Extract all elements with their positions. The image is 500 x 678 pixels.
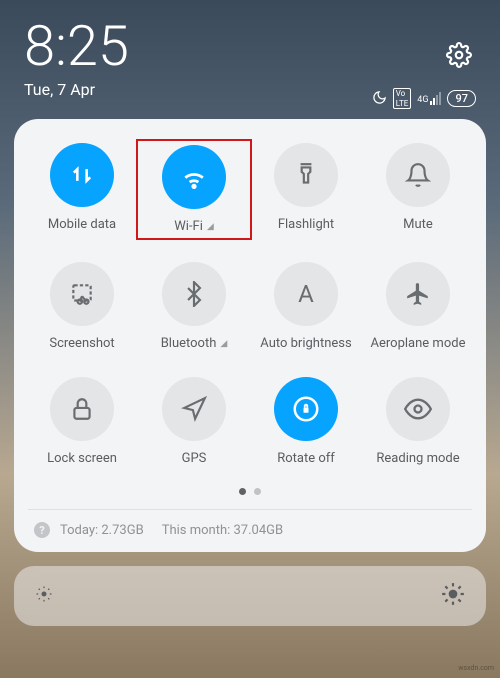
tile-label: Wi-Fi◢ [174,219,214,234]
tile-mute[interactable]: Mute [364,143,472,236]
settings-icon[interactable] [446,42,472,72]
wifi-icon [162,145,226,209]
flashlight-icon [274,143,338,207]
page-dot-1[interactable] [239,488,246,495]
tile-wifi[interactable]: Wi-Fi◢ [136,139,252,240]
tiles-grid: Mobile data Wi-Fi◢ Flashlight Mute Scree [28,143,472,466]
tile-label: Aeroplane mode [371,336,466,351]
tile-lock-screen[interactable]: Lock screen [28,377,136,466]
watermark: wsxdn.com [458,664,494,672]
airplane-icon [386,262,450,326]
tile-label: GPS [182,451,207,466]
page-indicator [28,488,472,495]
mobile-data-icon [50,143,114,207]
tile-rotate-off[interactable]: Rotate off [252,377,360,466]
tile-auto-brightness[interactable]: A Auto brightness [252,262,360,351]
brightness-slider[interactable] [14,566,486,626]
tile-label: Reading mode [376,451,459,466]
tile-screenshot[interactable]: Screenshot [28,262,136,351]
dnd-moon-icon [372,90,387,108]
bell-icon [386,143,450,207]
brightness-high-icon [440,581,466,611]
tile-aeroplane-mode[interactable]: Aeroplane mode [364,262,472,351]
rotate-lock-icon [274,377,338,441]
chevron-icon: ◢ [220,339,227,349]
quick-settings-panel: Mobile data Wi-Fi◢ Flashlight Mute Scree [14,119,486,552]
status-icons: VoLTE 4G 97 [372,88,476,109]
tile-label: Mute [403,217,433,232]
tile-reading-mode[interactable]: Reading mode [364,377,472,466]
tile-flashlight[interactable]: Flashlight [252,143,360,236]
tile-label: Mobile data [48,217,116,232]
signal-icon: 4G [417,92,441,105]
data-usage-today: Today: 2.73GB [60,523,144,538]
lock-icon [50,377,114,441]
tile-label: Rotate off [277,451,335,466]
data-usage-month: This month: 37.04GB [162,523,283,538]
chevron-icon: ◢ [207,222,214,232]
location-arrow-icon [162,377,226,441]
tile-label: Auto brightness [260,336,351,351]
info-icon: ? [34,522,50,538]
brightness-low-icon [34,584,54,608]
bluetooth-icon [162,262,226,326]
tile-label: Screenshot [49,336,114,351]
data-usage-bar[interactable]: ? Today: 2.73GB This month: 37.04GB [28,509,472,538]
scissors-icon [50,262,114,326]
tile-label: Flashlight [278,217,334,232]
eye-icon [386,377,450,441]
tile-label: Lock screen [47,451,117,466]
auto-brightness-icon: A [274,262,338,326]
volte-icon: VoLTE [393,88,412,109]
clock-time: 8:25 [24,18,476,74]
tile-gps[interactable]: GPS [140,377,248,466]
tile-label: Bluetooth◢ [161,336,228,351]
page-dot-2[interactable] [254,488,261,495]
battery-indicator: 97 [447,90,476,107]
tile-bluetooth[interactable]: Bluetooth◢ [140,262,248,351]
tile-mobile-data[interactable]: Mobile data [28,143,136,236]
